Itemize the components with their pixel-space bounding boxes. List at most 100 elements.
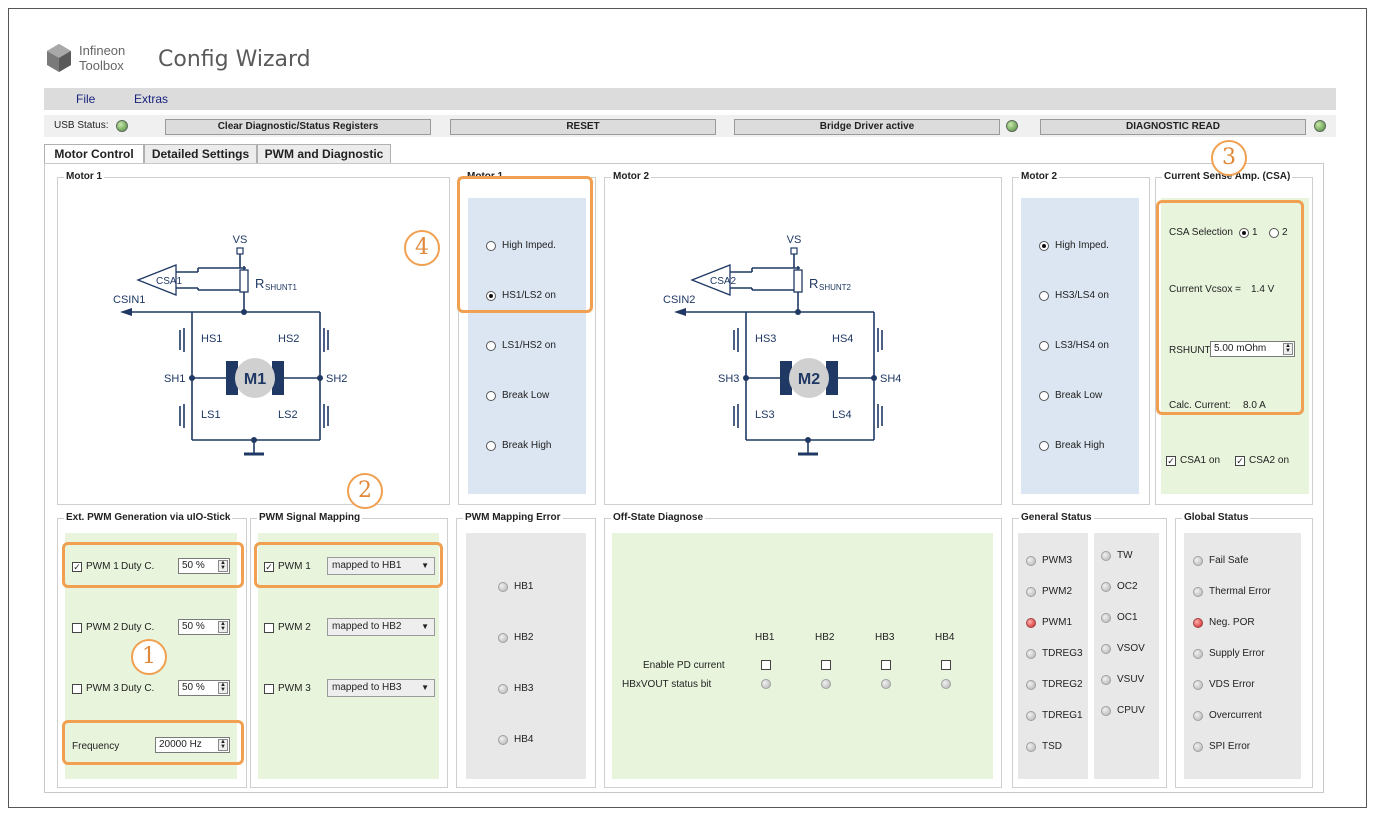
general-status-item: PWM2 xyxy=(1026,586,1072,597)
annotation-badge-4: 4 xyxy=(404,230,440,266)
csa1-on-checkbox[interactable]: ✓ CSA1 on xyxy=(1166,455,1220,466)
bridge-driver-button[interactable]: Bridge Driver active xyxy=(734,119,1000,135)
pwm-map-select[interactable]: mapped to HB2 ▼ xyxy=(327,618,435,636)
hbxvout-label: HBxVOUT status bit xyxy=(622,679,712,690)
motor1-hs-right: HS2 xyxy=(278,333,299,345)
logo-line1: Infineon xyxy=(79,43,126,58)
motor1-rshunt-label: R xyxy=(255,276,264,291)
motor1-diagram-group: Motor 1 M1 VS CSA1 R SHUNT1 CSIN1 HS1 HS… xyxy=(57,171,450,505)
general-status-title: General Status xyxy=(1019,512,1094,523)
motor2-csa-label: CSA2 xyxy=(710,276,737,287)
motor1-ls-left: LS1 xyxy=(201,409,221,421)
highlight-pwm1-mapping xyxy=(254,542,443,588)
duty-label: Duty C. xyxy=(121,622,155,633)
pwm-map-checkbox[interactable]: PWM 3 xyxy=(264,683,311,694)
offstate-title: Off-State Diagnose xyxy=(611,512,706,523)
motor1-vs-label: VS xyxy=(233,234,248,246)
motor2-mode-option[interactable]: Break Low xyxy=(1039,390,1102,401)
tab-detailed-settings[interactable]: Detailed Settings xyxy=(144,144,257,164)
general-status-item: TDREG3 xyxy=(1026,648,1083,659)
motor1-label: M1 xyxy=(244,371,266,388)
motor2-hs-left: HS3 xyxy=(755,333,776,345)
reset-button[interactable]: RESET xyxy=(450,119,716,135)
ext-pwm-checkbox[interactable]: PWM 2 xyxy=(72,622,119,633)
enable-pd-checkbox[interactable] xyxy=(941,660,951,670)
duty-spinbox[interactable]: 50 % ▲ ▼ xyxy=(178,680,230,696)
motor1-mode-option[interactable]: Break Low xyxy=(486,390,549,401)
hbxvout-led xyxy=(821,679,831,689)
bridge-driver-led xyxy=(1006,120,1018,132)
general-status-item: OC2 xyxy=(1101,581,1138,592)
motor1-csin-label: CSIN1 xyxy=(113,294,145,306)
ext-pwm-title: Ext. PWM Generation via uIO-Stick xyxy=(64,512,233,523)
motor1-mode-option[interactable]: Break High xyxy=(486,440,551,451)
annotation-badge-2: 2 xyxy=(347,473,383,509)
enable-pd-label: Enable PD current xyxy=(643,660,725,671)
hbxvout-led xyxy=(941,679,951,689)
general-status-item: TW xyxy=(1101,550,1133,561)
clear-registers-button[interactable]: Clear Diagnostic/Status Registers xyxy=(165,119,431,135)
motor2-diagram-group: Motor 2 M2 VS CSA2 R SHUNT2 CSIN2 HS3 HS… xyxy=(604,171,1002,505)
motor2-mode-group: Motor 2 High Imped. HS3/LS4 on LS3/HS4 on B… xyxy=(1012,171,1150,505)
highlight-pwm1 xyxy=(62,542,244,588)
motor1-sh-left: SH1 xyxy=(164,373,185,385)
highlight-frequency xyxy=(62,720,244,765)
motor1-sh-right: SH2 xyxy=(326,373,347,385)
offstate-header: HB2 xyxy=(815,632,835,643)
global-status-title: Global Status xyxy=(1182,512,1251,523)
enable-pd-checkbox[interactable] xyxy=(881,660,891,670)
general-status-item: TDREG1 xyxy=(1026,710,1083,721)
ext-pwm-checkbox[interactable]: PWM 3 xyxy=(72,683,119,694)
general-status-item: VSOV xyxy=(1101,643,1145,654)
motor2-mode-option[interactable]: Break High xyxy=(1039,440,1104,451)
motor2-ls-right: LS4 xyxy=(832,409,852,421)
annotation-badge-1: 1 xyxy=(131,639,167,675)
offstate-header: HB3 xyxy=(875,632,895,643)
motor2-mode-title: Motor 2 xyxy=(1019,171,1060,182)
tab-pwm-diagnostic[interactable]: PWM and Diagnostic xyxy=(257,144,391,164)
highlight-motor1-mode xyxy=(457,176,593,313)
motor2-mode-option[interactable]: High Imped. xyxy=(1039,240,1109,251)
motor1-rshunt-sub: SHUNT1 xyxy=(265,283,298,292)
pwm-error-item: HB3 xyxy=(498,683,533,694)
global-status-item: VDS Error xyxy=(1193,679,1255,690)
csa2-on-checkbox[interactable]: ✓ CSA2 on xyxy=(1235,455,1289,466)
enable-pd-checkbox[interactable] xyxy=(761,660,771,670)
motor2-circuit-diagram: M2 VS CSA2 R SHUNT2 CSIN2 HS3 HS4 SH3 SH… xyxy=(663,234,901,456)
general-status-item: PWM1 xyxy=(1026,617,1072,628)
infineon-logo-icon xyxy=(46,43,72,73)
motor2-ls-left: LS3 xyxy=(755,409,775,421)
offstate-header: HB1 xyxy=(755,632,775,643)
motor1-mode-option[interactable]: LS1/HS2 on xyxy=(486,340,556,351)
diagnostic-read-button[interactable]: DIAGNOSTIC READ xyxy=(1040,119,1306,135)
pwm-error-item: HB4 xyxy=(498,734,533,745)
motor2-vs-label: VS xyxy=(787,234,802,246)
motor2-mode-option[interactable]: LS3/HS4 on xyxy=(1039,340,1109,351)
motor2-rshunt-sub: SHUNT2 xyxy=(819,283,852,292)
motor2-label: M2 xyxy=(798,371,820,388)
global-status-item: Fail Safe xyxy=(1193,555,1248,566)
general-status-item: TDREG2 xyxy=(1026,679,1083,690)
menu-bar: File Extras xyxy=(44,88,1336,110)
logo-line2: Toolbox xyxy=(79,58,124,73)
motor2-csin-label: CSIN2 xyxy=(663,294,695,306)
motor1-hs-left: HS1 xyxy=(201,333,222,345)
menu-extras[interactable]: Extras xyxy=(134,92,168,106)
app-title: Config Wizard xyxy=(158,47,311,72)
motor2-rshunt-label: R xyxy=(809,276,818,291)
global-status-group: Global Status Fail Safe Thermal Error Neg.… xyxy=(1175,512,1313,788)
offstate-header: HB4 xyxy=(935,632,955,643)
hbxvout-led xyxy=(881,679,891,689)
global-status-item: Neg. POR xyxy=(1193,617,1255,628)
duty-spinbox[interactable]: 50 % ▲ ▼ xyxy=(178,619,230,635)
motor2-hs-right: HS4 xyxy=(832,333,853,345)
pwm-map-select[interactable]: mapped to HB3 ▼ xyxy=(327,679,435,697)
diagnostic-read-led xyxy=(1314,120,1326,132)
menu-file[interactable]: File xyxy=(76,92,95,106)
general-status-item: TSD xyxy=(1026,741,1062,752)
motor2-sh-left: SH3 xyxy=(718,373,739,385)
enable-pd-checkbox[interactable] xyxy=(821,660,831,670)
pwm-error-title: PWM Mapping Error xyxy=(463,512,563,523)
motor2-mode-option[interactable]: HS3/LS4 on xyxy=(1039,290,1109,301)
pwm-map-checkbox[interactable]: PWM 2 xyxy=(264,622,311,633)
